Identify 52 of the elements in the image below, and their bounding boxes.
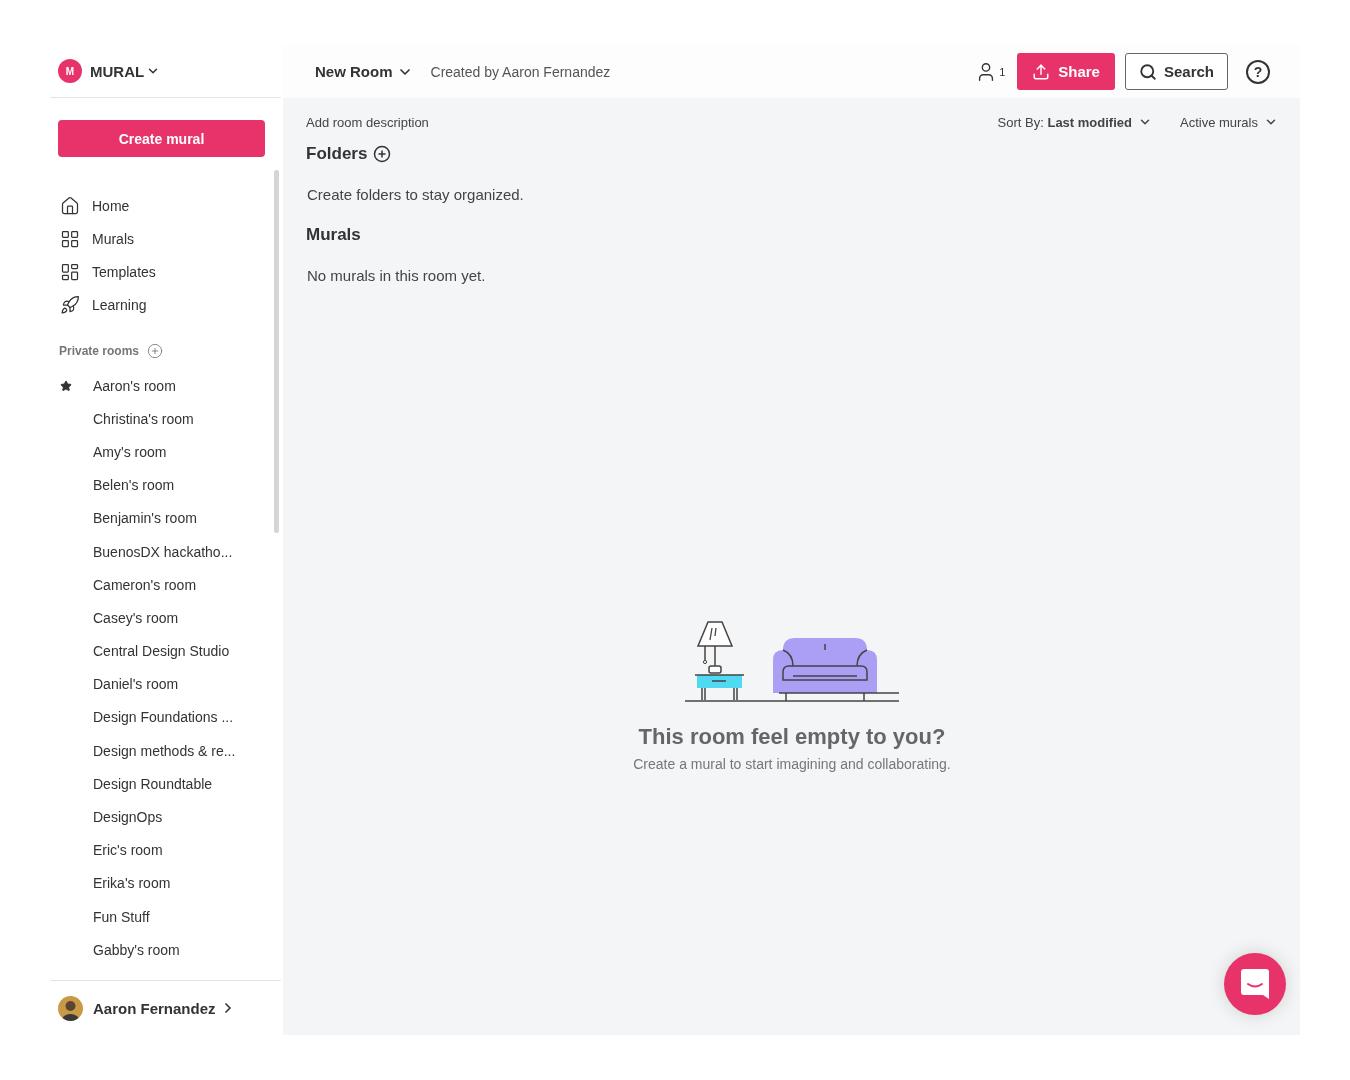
room-item[interactable]: Erika's room <box>50 866 265 900</box>
empty-state-title: This room feel empty to you? <box>638 724 946 750</box>
help-button[interactable]: ? <box>1246 59 1270 84</box>
add-description-link[interactable]: Add room description <box>306 114 429 130</box>
layout-icon <box>60 261 80 282</box>
add-icon[interactable] <box>373 145 392 163</box>
room-item[interactable]: BuenosDX hackatho... <box>50 534 265 569</box>
room-menu[interactable]: New Room <box>315 63 413 80</box>
home-icon <box>60 195 80 216</box>
empty-message: No murals in this room yet. <box>307 267 487 284</box>
nav-item[interactable]: Learning <box>50 288 265 321</box>
room-item[interactable]: Benjamin's room <box>50 501 265 535</box>
scrollbar-thumb[interactable] <box>274 170 279 533</box>
room-item[interactable]: Design methods & re... <box>50 734 265 768</box>
search-icon <box>1138 62 1157 81</box>
nav-item[interactable]: Templates <box>50 255 265 288</box>
workspace-logo: M <box>58 59 82 83</box>
room-item[interactable]: Cameron's room <box>50 568 265 602</box>
sort-dropdown[interactable]: Sort By: Last modified <box>997 114 1152 130</box>
room-item[interactable]: Casey's room <box>50 601 265 635</box>
nav-item[interactable]: Home <box>50 189 265 222</box>
room-item[interactable]: Gabby's room <box>50 933 265 967</box>
room-item[interactable]: Eric's room <box>50 833 265 867</box>
created-by-text: Created by Aaron Fernandez <box>430 63 611 80</box>
chat-icon <box>1241 969 1269 999</box>
room-item[interactable]: Aaron's room <box>50 369 265 403</box>
room-item[interactable]: Daniel's room <box>50 667 265 701</box>
filter-dropdown[interactable]: Active murals <box>1179 114 1278 130</box>
search-button[interactable]: Search <box>1124 53 1228 90</box>
room-item[interactable]: DesignOps <box>50 800 265 834</box>
rocket-icon <box>60 294 80 315</box>
workspace-menu[interactable]: MURAL <box>90 62 161 80</box>
empty-message: Create folders to stay organized. <box>307 186 525 203</box>
section-heading: Folders <box>306 144 368 164</box>
user-avatar <box>58 995 83 1021</box>
room-item[interactable]: Christina's room <box>50 402 265 436</box>
members-button[interactable]: 1 <box>975 60 1006 83</box>
share-button[interactable]: Share <box>1017 53 1115 90</box>
room-item[interactable]: Central Design Studio <box>50 634 265 668</box>
room-item[interactable]: Amy's room <box>50 435 265 469</box>
room-item[interactable]: Design Roundtable <box>50 767 265 801</box>
empty-state-subtitle: Create a mural to start imagining and collaborating. <box>633 756 951 772</box>
upload-icon <box>1032 62 1051 81</box>
grid-icon <box>60 228 80 249</box>
section-title: Private rooms <box>59 344 140 358</box>
room-item[interactable]: Fun Stuff <box>50 900 265 934</box>
nav-item[interactable]: Murals <box>50 222 265 255</box>
user-menu[interactable]: Aaron Fernandez <box>93 999 236 1017</box>
room-item[interactable]: Design Foundations ... <box>50 700 265 735</box>
room-item[interactable]: Belen's room <box>50 468 265 502</box>
create-mural-button[interactable]: Create mural <box>58 120 265 157</box>
section-heading: Murals <box>306 225 361 245</box>
